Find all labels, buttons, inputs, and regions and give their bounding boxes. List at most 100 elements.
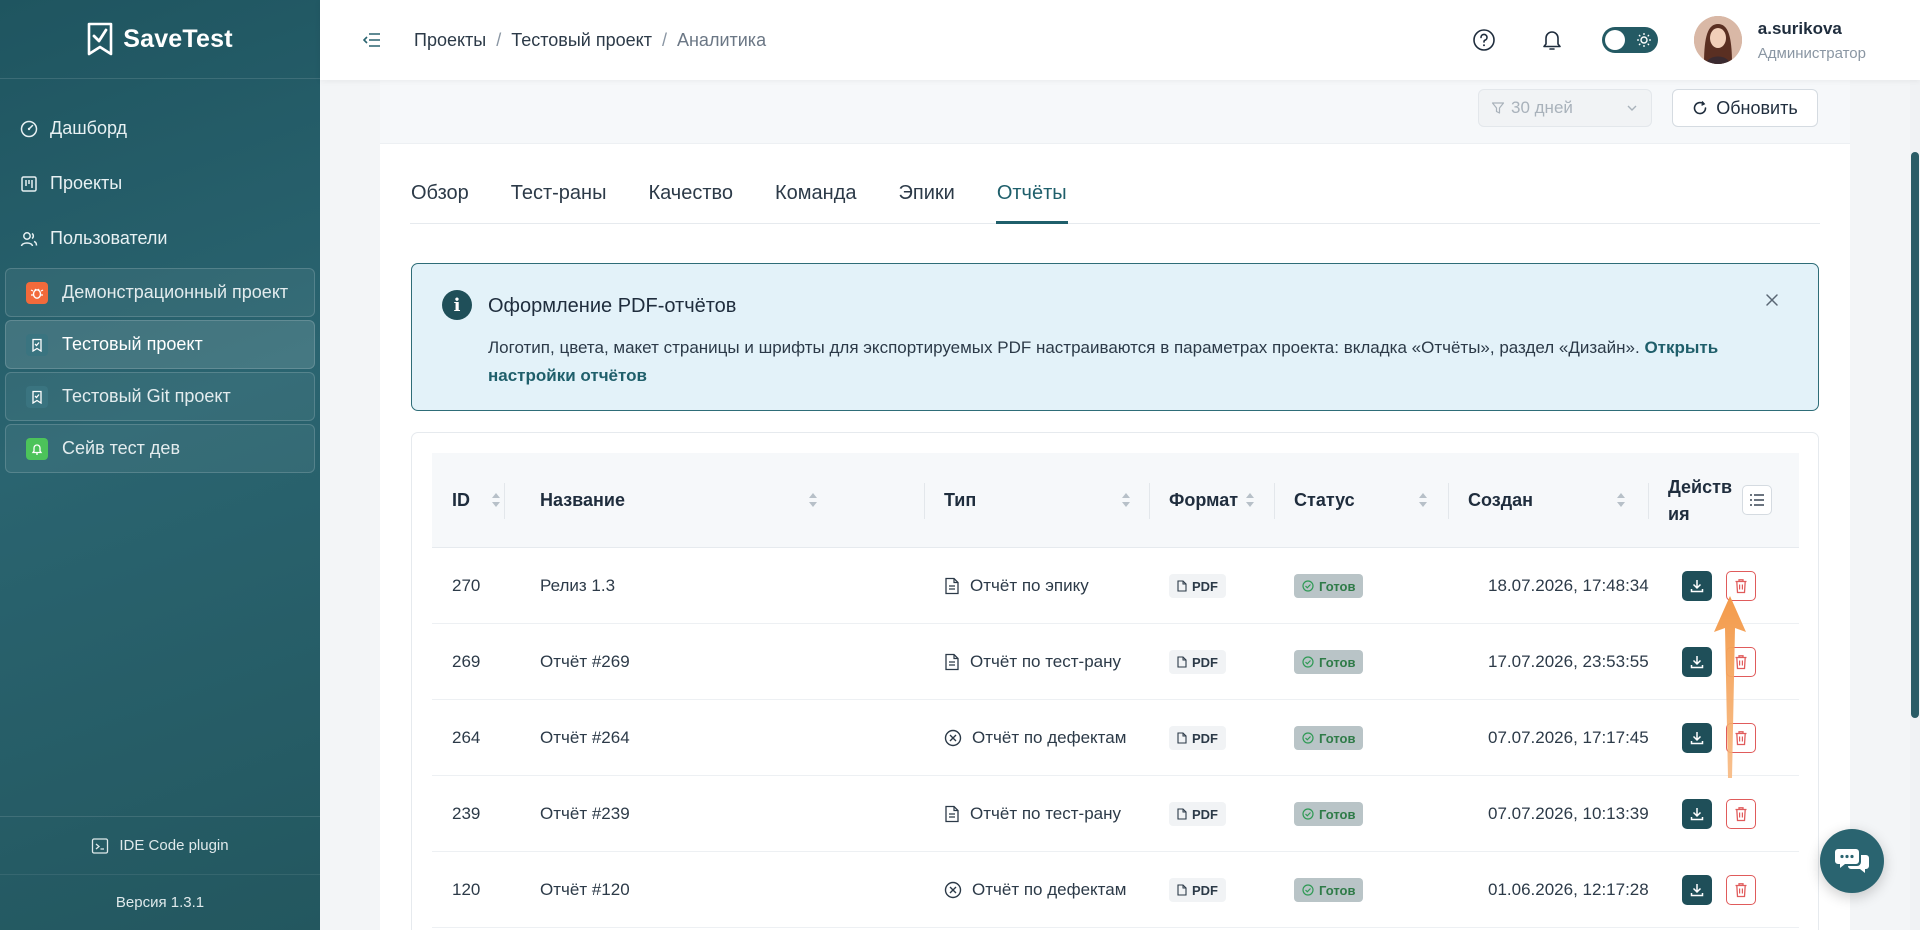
project-label: Сейв тест дев bbox=[62, 438, 181, 458]
cell-status: Готов bbox=[1294, 624, 1364, 700]
column-settings-button[interactable] bbox=[1742, 485, 1772, 515]
sort-icon bbox=[492, 493, 500, 507]
col-header-type[interactable]: Тип bbox=[944, 453, 1147, 548]
delete-button[interactable] bbox=[1726, 799, 1756, 829]
tab-reports[interactable]: Отчёты bbox=[995, 180, 1068, 224]
nav-item-projects[interactable]: Проекты bbox=[0, 156, 320, 211]
tab-team[interactable]: Команда bbox=[774, 180, 857, 224]
cell-name[interactable]: Отчёт #239 bbox=[540, 776, 630, 852]
refresh-button[interactable]: Обновить bbox=[1672, 89, 1818, 127]
theme-toggle[interactable] bbox=[1601, 27, 1658, 53]
cell-created: 07.07.2026, 10:13:39 bbox=[1488, 804, 1649, 823]
cell-name[interactable]: Отчёт #269 bbox=[540, 624, 630, 700]
cell-created: 01.06.2026, 12:17:28 bbox=[1488, 880, 1649, 899]
project-item-demo[interactable]: Демонстрационный проект bbox=[5, 268, 315, 317]
info-text: Логотип, цвета, макет страницы и шрифты … bbox=[488, 334, 1748, 390]
format-label: PDF bbox=[1192, 578, 1218, 594]
cell-status: Готов bbox=[1294, 548, 1364, 624]
col-header-created[interactable]: Создан bbox=[1468, 453, 1648, 548]
project-item-git[interactable]: Тестовый Git проект bbox=[5, 372, 315, 421]
col-header-id[interactable]: ID bbox=[452, 453, 505, 548]
cell-format: PDF bbox=[1169, 624, 1226, 700]
app-logo[interactable]: SaveTest bbox=[0, 0, 320, 79]
nav-label: Дашборд bbox=[50, 118, 128, 138]
breadcrumb-separator: / bbox=[661, 29, 667, 50]
check-circle-icon bbox=[1302, 808, 1314, 820]
collapse-menu-icon[interactable] bbox=[360, 28, 384, 52]
table-row[interactable]: 270 Релиз 1.3 Отчёт по эпику PDF Готов 18.07.… bbox=[432, 548, 1799, 624]
sort-icon bbox=[809, 493, 817, 507]
tab-overview[interactable]: Обзор bbox=[410, 180, 470, 224]
status-badge: Готов bbox=[1294, 726, 1364, 750]
download-button[interactable] bbox=[1682, 647, 1712, 677]
scrollbar-thumb[interactable] bbox=[1911, 152, 1919, 718]
header-label: Формат bbox=[1169, 490, 1239, 510]
cell-name[interactable]: Отчёт #264 bbox=[540, 700, 630, 776]
type-label: Отчёт по тест-рану bbox=[970, 804, 1122, 823]
nav-item-users[interactable]: Пользователи bbox=[0, 211, 320, 266]
chevron-down-icon bbox=[1627, 105, 1637, 111]
trash-icon bbox=[1735, 883, 1747, 898]
table-row[interactable]: 239 Отчёт #239 Отчёт по тест-рану PDF Готов 0… bbox=[432, 776, 1799, 852]
user-info[interactable]: a.surikova Администратор bbox=[1758, 19, 1866, 62]
clipboard-icon bbox=[26, 333, 48, 356]
download-button[interactable] bbox=[1682, 799, 1712, 829]
table-row[interactable]: 264 Отчёт #264 Отчёт по дефектам PDF Готов 07… bbox=[432, 700, 1799, 776]
col-header-status[interactable]: Статус bbox=[1294, 453, 1444, 548]
page-scrollbar[interactable] bbox=[1910, 80, 1920, 930]
cell-actions bbox=[1682, 624, 1756, 700]
tab-test-runs[interactable]: Тест-раны bbox=[510, 180, 608, 224]
table-row[interactable]: 269 Отчёт #269 Отчёт по тест-рану PDF Готов 1… bbox=[432, 624, 1799, 700]
sort-icon bbox=[1419, 493, 1427, 507]
format-badge: PDF bbox=[1169, 574, 1226, 598]
download-button[interactable] bbox=[1682, 723, 1712, 753]
user-avatar[interactable] bbox=[1693, 16, 1742, 64]
cell-id: 120 bbox=[452, 880, 481, 899]
table-row[interactable]: 120 Отчёт #120 Отчёт по дефектам PDF Готов 01… bbox=[432, 852, 1799, 928]
delete-button[interactable] bbox=[1726, 647, 1756, 677]
cell-name[interactable]: Релиз 1.3 bbox=[540, 548, 615, 624]
cell-created: 17.07.2026, 23:53:55 bbox=[1488, 652, 1649, 671]
logo-icon bbox=[87, 22, 113, 56]
file-icon bbox=[1177, 884, 1187, 896]
toggle-knob bbox=[1604, 30, 1625, 50]
analytics-tabs: Обзор Тест-раны Качество Команда Эпики О… bbox=[410, 180, 1820, 224]
tab-epics[interactable]: Эпики bbox=[898, 180, 956, 224]
project-item-dev[interactable]: Сейв тест дев bbox=[5, 424, 315, 473]
help-icon[interactable] bbox=[1470, 26, 1498, 54]
main-content: 30 дней Обновить Обзор Тест-раны Качеств… bbox=[380, 80, 1850, 930]
file-icon bbox=[1177, 732, 1187, 744]
circle-x-icon bbox=[944, 729, 962, 747]
chat-support-button[interactable] bbox=[1820, 829, 1884, 893]
bug-icon bbox=[26, 281, 48, 304]
column-divider bbox=[1149, 483, 1150, 519]
period-filter-select[interactable]: 30 дней bbox=[1478, 89, 1652, 127]
project-item-test[interactable]: Тестовый проект bbox=[5, 320, 315, 369]
clipboard-icon bbox=[26, 385, 48, 408]
trash-icon bbox=[1735, 579, 1747, 594]
close-icon[interactable] bbox=[1762, 290, 1782, 310]
cell-type: Отчёт по дефектам bbox=[944, 700, 1126, 776]
nav-item-dashboard[interactable]: Дашборд bbox=[0, 101, 320, 156]
format-label: PDF bbox=[1192, 730, 1218, 746]
sort-icon bbox=[1617, 493, 1625, 507]
download-button[interactable] bbox=[1682, 571, 1712, 601]
delete-button[interactable] bbox=[1726, 723, 1756, 753]
delete-button[interactable] bbox=[1726, 875, 1756, 905]
download-icon bbox=[1690, 732, 1704, 745]
ide-plugin-link[interactable]: IDE Code plugin bbox=[0, 816, 320, 874]
col-header-format[interactable]: Формат bbox=[1169, 453, 1259, 548]
nav-label: Проекты bbox=[50, 173, 123, 193]
trash-icon bbox=[1735, 807, 1747, 822]
breadcrumb-projects[interactable]: Проекты bbox=[414, 30, 486, 51]
cell-type: Отчёт по тест-рану bbox=[944, 776, 1121, 852]
sidebar-footer: IDE Code plugin Версия 1.3.1 bbox=[0, 816, 320, 930]
cell-name[interactable]: Отчёт #120 bbox=[540, 852, 630, 928]
notifications-bell-icon[interactable] bbox=[1538, 26, 1566, 54]
delete-button[interactable] bbox=[1726, 571, 1756, 601]
column-divider bbox=[1448, 483, 1449, 519]
download-button[interactable] bbox=[1682, 875, 1712, 905]
col-header-name[interactable]: Название bbox=[540, 453, 840, 548]
tab-quality[interactable]: Качество bbox=[647, 180, 734, 224]
breadcrumb-project[interactable]: Тестовый проект bbox=[511, 30, 652, 51]
